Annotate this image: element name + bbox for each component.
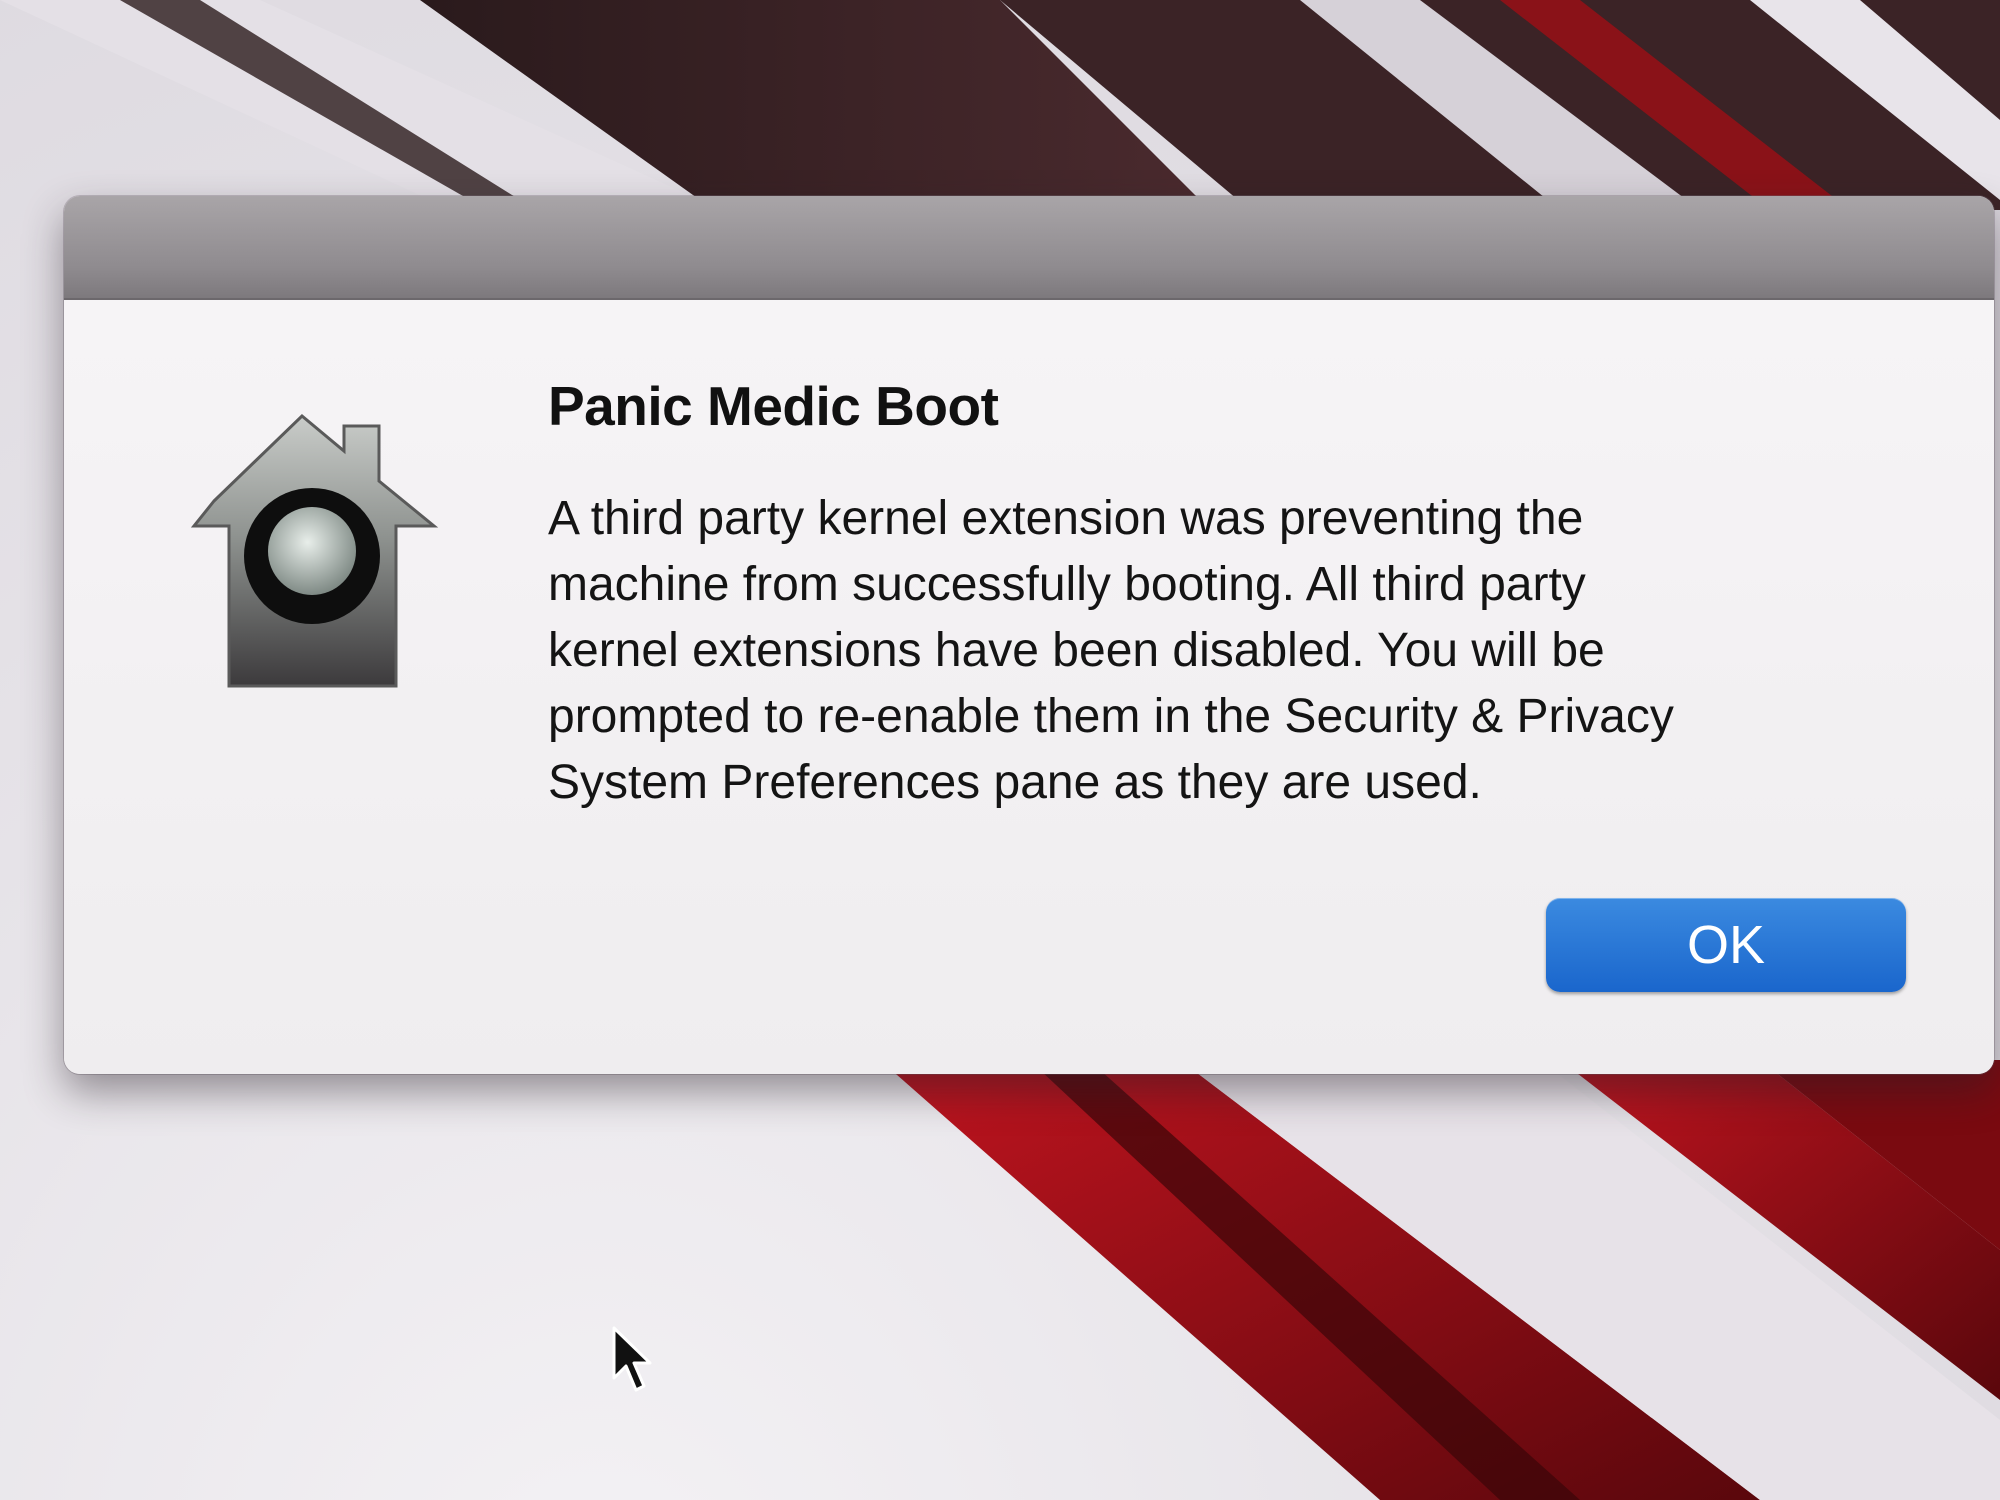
dialog-message: A third party kernel extension was preve… bbox=[548, 492, 1674, 809]
ok-button[interactable]: OK bbox=[1546, 898, 1906, 992]
alert-dialog: Panic Medic Boot A third party kernel ex… bbox=[64, 196, 1994, 1074]
dialog-title: Panic Medic Boot bbox=[548, 375, 999, 437]
arrow-cursor-icon bbox=[610, 1326, 660, 1396]
dialog-titlebar bbox=[64, 196, 1994, 300]
security-house-lock-icon bbox=[184, 396, 514, 696]
